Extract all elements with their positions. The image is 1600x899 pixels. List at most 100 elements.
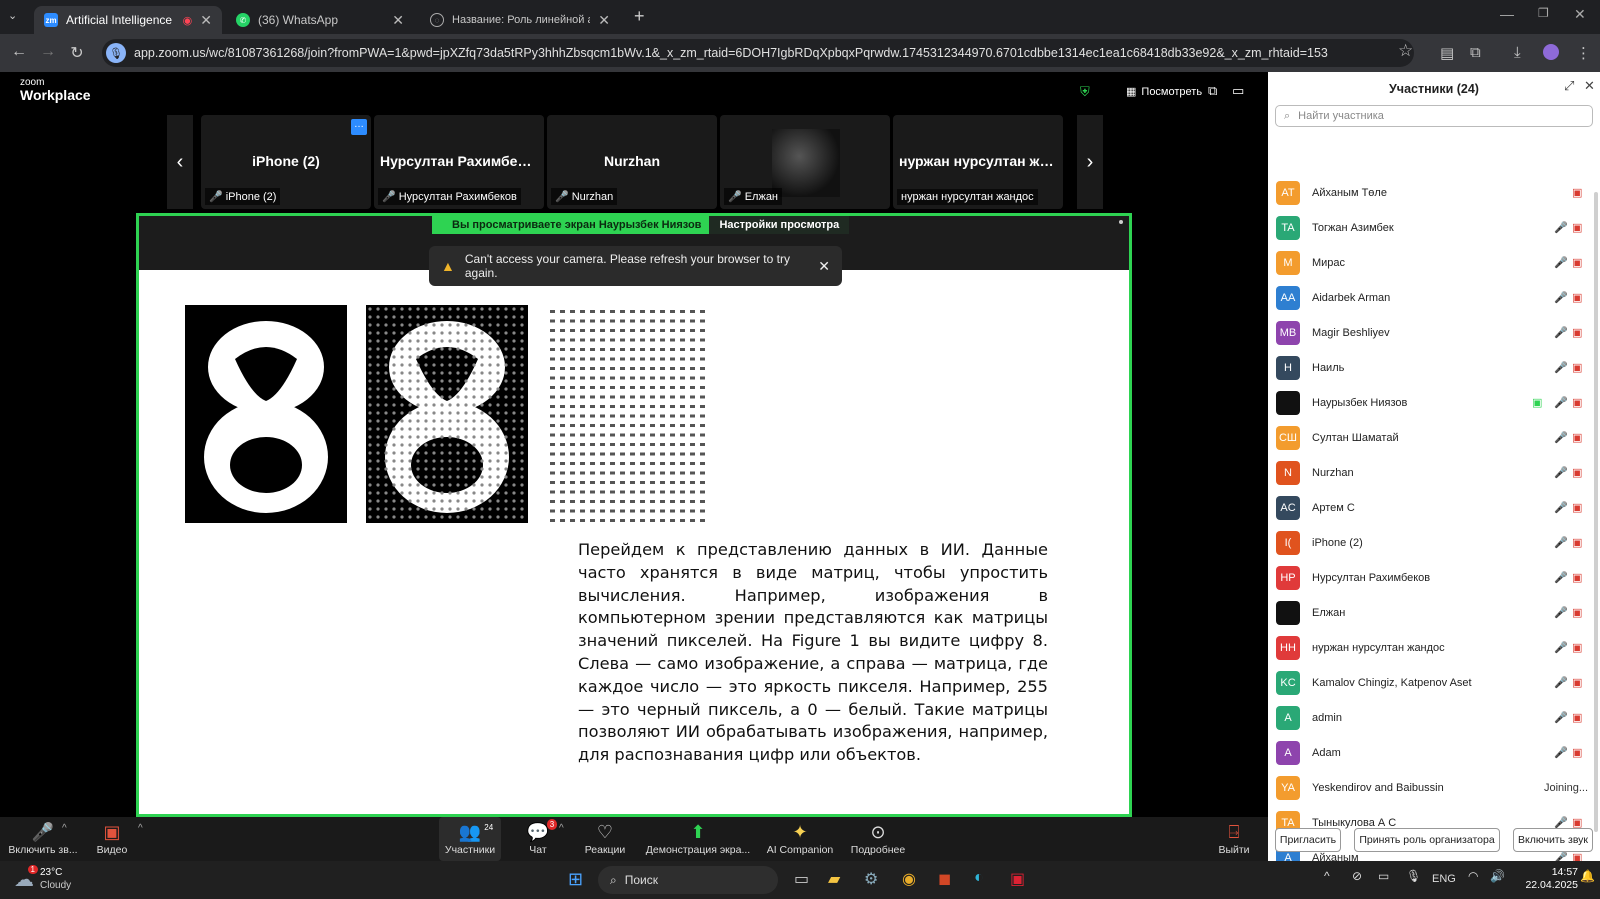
notification-bell-icon[interactable]: 🔔 (1580, 869, 1595, 883)
video-tile[interactable]: нуржан нурсултан жан... нуржан нурсултан… (893, 115, 1063, 209)
new-tab-button[interactable]: + (634, 6, 645, 27)
popout-icon[interactable]: ▭ (1232, 83, 1244, 99)
participant-row[interactable]: AA Aidarbek Arman 🎤 ▣ (1268, 280, 1600, 315)
shield-check-icon[interactable]: ⛨ (1080, 84, 1090, 100)
bookmark-star-icon[interactable]: ☆ (1398, 41, 1413, 61)
view-settings-button[interactable]: Настройки просмотра (709, 216, 850, 234)
back-arrow-icon[interactable]: ← (8, 43, 30, 61)
close-tab-icon[interactable]: ✕ (200, 12, 212, 29)
participant-row[interactable]: СШ Султан Шаматай 🎤 ▣ (1268, 420, 1600, 455)
chat-button[interactable]: 💬 3 Чат (523, 817, 558, 861)
share-screen-button[interactable]: ⬆ Демонстрация экра... (646, 817, 750, 861)
chat-badge: 3 (546, 819, 558, 830)
audio-options-caret-icon[interactable]: ^ (62, 823, 67, 834)
gallery-prev-button[interactable]: ‹ (167, 115, 193, 209)
unmute-audio-button[interactable]: Включить звук (1513, 828, 1593, 852)
view-button[interactable]: ▦ Посмотреть (1126, 85, 1203, 99)
participant-row[interactable]: TA Тогжан Азимбек 🎤 ▣ (1268, 210, 1600, 245)
invite-button[interactable]: Пригласить (1275, 828, 1341, 852)
close-tab-icon[interactable]: ✕ (598, 12, 610, 29)
windows-start-icon[interactable]: ⊞ (568, 869, 583, 890)
unmute-button[interactable]: 🎤 Включить зв... (8, 817, 78, 861)
slide-paragraph: Перейдем к представлению данных в ИИ. Да… (578, 540, 1048, 765)
participant-row[interactable]: I(iPhone (2) 🎤 ▣ (1268, 525, 1600, 560)
gallery-next-button[interactable]: › (1077, 115, 1103, 209)
popout-panel-icon[interactable]: ⤢ (1564, 78, 1574, 94)
video-button[interactable]: ▣ Видео (90, 817, 134, 861)
video-tile[interactable]: … iPhone (2) 🎤 iPhone (2) (201, 115, 371, 209)
task-view-icon[interactable]: ▭ (794, 869, 809, 889)
edge-icon[interactable]: ◐ (974, 869, 984, 887)
participant-row[interactable]: Елжан 🎤 ▣ (1268, 595, 1600, 630)
participant-row[interactable]: A Adam 🎤 ▣ (1268, 735, 1600, 770)
mic-tray-icon[interactable]: 🎙 (1406, 869, 1421, 883)
battery-icon[interactable]: ▭ (1378, 869, 1389, 883)
participant-row[interactable]: N Nurzhan 🎤 ▣ (1268, 455, 1600, 490)
participant-row[interactable]: YA Yeskendirov and Baibussin Joining... (1268, 770, 1600, 805)
wifi-icon[interactable]: ◠ (1468, 869, 1478, 883)
participant-row[interactable]: AT Айханым Төле ▣ (1268, 175, 1600, 210)
video-tile[interactable]: 🎤 Елжан (720, 115, 890, 209)
participant-row[interactable]: НН нуржан нурсултан жандос 🎤 ▣ (1268, 630, 1600, 665)
volume-icon[interactable]: 🔊 (1490, 869, 1505, 883)
profile-avatar-icon[interactable] (1543, 44, 1559, 60)
restore-window-icon[interactable]: ❐ (1538, 6, 1549, 20)
leave-button[interactable]: ⍈ Выйти (1214, 817, 1254, 861)
forward-arrow-icon[interactable]: → (37, 43, 59, 61)
microphone-permission-icon[interactable]: 🎙 (106, 43, 126, 63)
minimize-window-icon[interactable]: — (1500, 6, 1514, 22)
file-explorer-icon[interactable]: ▰ (828, 869, 840, 889)
participant-name: Kamalov Chingiz, Katpenov Aset (1312, 676, 1472, 689)
powerpoint-icon[interactable]: ◼ (938, 869, 951, 889)
share-options-dot-icon[interactable] (1119, 220, 1123, 224)
tile-options-icon[interactable]: … (351, 119, 367, 135)
participant-row[interactable]: H Наиль 🎤 ▣ (1268, 350, 1600, 385)
video-options-caret-icon[interactable]: ^ (138, 823, 143, 834)
participant-row[interactable]: M Мирас 🎤 ▣ (1268, 245, 1600, 280)
participant-row[interactable]: НР Нурсултан Рахимбеков 🎤 ▣ (1268, 560, 1600, 595)
url-field[interactable]: 🎙 app.zoom.us/wc/81087361268/join?fromPW… (102, 39, 1414, 67)
browser-menu-icon[interactable]: ⋮ (1576, 44, 1591, 62)
participant-row[interactable]: KC Kamalov Chingiz, Katpenov Aset 🎤 ▣ (1268, 665, 1600, 700)
participant-search-input[interactable]: ⌕ Найти участника (1275, 105, 1593, 127)
chat-options-caret-icon[interactable]: ^ (559, 823, 564, 834)
participants-label: Участники (444, 844, 496, 856)
participant-row[interactable]: Aadmin 🎤 ▣ (1268, 700, 1600, 735)
cloud-icon: ☁ 1 (14, 864, 38, 892)
tab-zoom[interactable]: zm Artificial Intelligence & App ◉ ✕ (34, 6, 222, 34)
mic-muted-icon: 🎤 (209, 191, 223, 203)
tab-document[interactable]: ◌ Название: Роль линейной алг ✕ (420, 6, 620, 34)
close-tab-icon[interactable]: ✕ (392, 12, 404, 29)
close-toast-icon[interactable]: ✕ (818, 258, 830, 275)
claim-host-button[interactable]: Принять роль организатора (1354, 828, 1500, 852)
video-tile[interactable]: Nurzhan 🎤 Nurzhan (547, 115, 717, 209)
chrome-icon[interactable]: ◉ (902, 869, 916, 889)
taskbar-search[interactable]: ⌕ Поиск (598, 866, 778, 894)
sidebar-icon[interactable]: ▤ (1440, 44, 1454, 62)
app-icon[interactable]: ▣ (1010, 869, 1025, 889)
tab-list-chevron-icon[interactable]: ⌄ (8, 9, 17, 22)
tab-whatsapp[interactable]: ✆ (36) WhatsApp ✕ (226, 6, 414, 34)
picture-in-picture-icon[interactable]: ⧉ (1208, 83, 1217, 99)
video-tile[interactable]: Нурсултан Рахимбеков 🎤 Нурсултан Рахимбек… (374, 115, 544, 209)
participants-button[interactable]: 👥 24 Участники (439, 817, 501, 861)
extensions-puzzle-icon[interactable]: ⧉ (1470, 44, 1481, 61)
view-label: Посмотреть (1141, 85, 1203, 98)
close-panel-icon[interactable]: ✕ (1584, 78, 1595, 94)
weather-widget[interactable]: ☁ 1 23°C Cloudy (14, 864, 71, 892)
clock[interactable]: 14:57 22.04.2025 (1514, 866, 1578, 892)
panel-scrollbar[interactable] (1594, 192, 1598, 832)
tray-chevron-icon[interactable]: ^ (1324, 869, 1330, 883)
close-window-icon[interactable]: ✕ (1574, 6, 1586, 23)
participant-row[interactable]: MB Magir Beshliyev 🎤 ▣ (1268, 315, 1600, 350)
ai-companion-button[interactable]: ✦ AI Companion (766, 817, 834, 861)
more-button[interactable]: ⊙ Подробнее (850, 817, 906, 861)
language-indicator[interactable]: ENG (1432, 873, 1456, 885)
reload-icon[interactable]: ↻ (66, 43, 88, 63)
network-off-icon[interactable]: ⊘ (1352, 869, 1362, 883)
settings-gear-icon[interactable]: ⚙ (864, 869, 878, 889)
participant-row[interactable]: AC Артем С 🎤 ▣ (1268, 490, 1600, 525)
download-icon[interactable]: ⤓ (1514, 44, 1521, 61)
participant-row[interactable]: Наурызбек Ниязов ▣ 🎤 ▣ (1268, 385, 1600, 420)
reactions-button[interactable]: ♡ Реакции (583, 817, 627, 861)
